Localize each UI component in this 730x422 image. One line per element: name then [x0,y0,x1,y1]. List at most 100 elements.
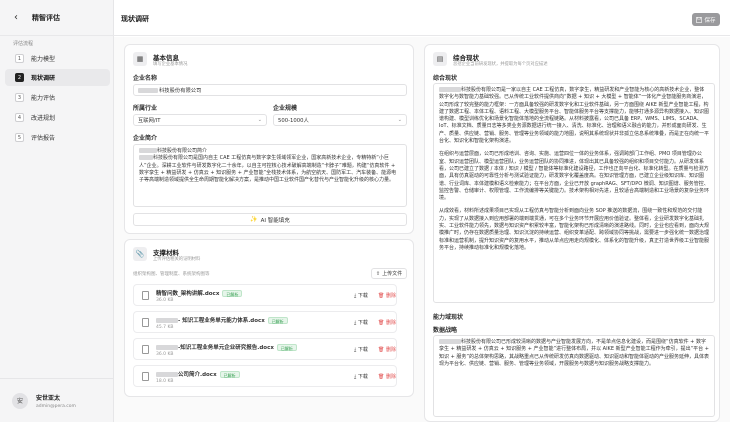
company-name-label: 企业名称 [133,75,158,82]
industry-label: 所属行业 [133,105,158,112]
status-badge: 已解析 [222,290,243,297]
file-name: 公司简介.docx 已解析 [156,370,240,378]
delete-button[interactable]: 🗑 删除 [378,346,396,353]
document-icon: ▤ [433,52,447,66]
file-size: 36.0 KB [156,352,174,357]
ai-fill-label: AI 智能填充 [260,217,290,224]
avatar: 安 [12,392,28,409]
status-paragraph: 从成效看，材料所述成果项目已实现从工程仿真与智能分析到面向业务 SOP 推送的数… [439,208,710,251]
app-window: ‹ 精智评估 评估流程 1 能力模型 2 现状调研 3 能力评估 4 改进规划 … [0,0,730,422]
scale-value: 500-1000人 [278,118,309,124]
intro-body: 科技股份有限公司是国内自主 CAE 工程仿真与数字孪生领域领军企业，国家高新技术… [139,155,397,184]
redacted-text [138,87,158,93]
step-number: 5 [15,133,24,142]
industry-value: 互联网/IT [138,118,161,124]
step-number: 1 [15,54,24,63]
file-name: -知识工程业务单元企业研究报告.docx 已解析 [156,343,297,351]
user-email: admin@pera.com [36,403,76,409]
scale-label: 企业规模 [273,105,298,112]
basic-info-card: ▦ 基本信息 填写企业基本情况 企业名称 科技股份有限公司 所属行业 互联网/I… [124,44,414,234]
page-title: 现状调研 [121,15,149,23]
user-name: 安世亚太 [36,394,61,402]
document-icon [142,318,149,327]
document-icon [142,345,149,354]
sidebar: ‹ 精智评估 评估流程 1 能力模型 2 现状调研 3 能力评估 4 改进规划 … [0,0,114,422]
delete-button[interactable]: 🗑 删除 [378,319,396,326]
document-icon [142,291,149,300]
section-label: 综合现状 [433,75,458,82]
sidebar-item-label: 现状调研 [31,75,56,82]
upload-file-button[interactable]: ⇧ 上传文件 [371,268,407,279]
chevron-down-icon: ⌄ [397,117,402,123]
file-row[interactable]: 公司简介.docx 已解析 18.0 KB ⤓ 下载 🗑 删除 [133,365,397,387]
company-name-value: 科技股份有限公司 [159,88,202,94]
sidebar-item-improvement-plan[interactable]: 4 改进规划 [5,109,110,126]
intro-label: 企业简介 [133,135,158,142]
main-content: ▦ 基本信息 填写企业基本情况 企业名称 科技股份有限公司 所属行业 互联网/I… [114,37,730,422]
file-size: 18.0 KB [156,379,174,384]
company-name-field[interactable]: 科技股份有限公司 [133,84,407,96]
top-bar: 现状调研 保存 [114,0,730,36]
user-profile[interactable]: 安 安世亚太 admin@pera.com [0,378,114,422]
file-name: 精智问数_架构讲解.docx 已解析 [156,289,243,297]
sidebar-title: 精智评估 [32,13,60,22]
download-button[interactable]: ⤓ 下载 [354,346,368,353]
materials-card: 📎 支撑材料 上传评估相关的证明材料 组织架构图、管理制度、系统架构图等 ⇧ 上… [124,239,414,397]
section-label: 数据战略 [433,327,458,334]
step-number: 4 [15,113,24,122]
sidebar-section-label: 评估流程 [13,41,34,47]
sidebar-item-label: 能力模型 [31,56,56,63]
status-badge: 已解析 [276,344,297,351]
sparkle-icon: ✨ [250,216,258,223]
step-number: 3 [15,93,24,102]
file-row[interactable]: -知识工程业务单元企业研究报告.docx 已解析 36.0 KB ⤓ 下载 🗑 删… [133,338,397,360]
delete-button[interactable]: 🗑 删除 [378,292,396,299]
file-size: 36.0 KB [156,298,174,303]
upload-icon: ⇧ [375,270,381,277]
industry-select[interactable]: 互联网/IT ⌄ [133,114,267,126]
status-card: ▤ 综合现状 总括企业当前研发现状，并提取为每个页对应描述 综合现状 科技股份有… [424,44,720,422]
upload-label: 上传文件 [382,271,403,277]
download-button[interactable]: ⤓ 下载 [354,373,368,380]
delete-button[interactable]: 🗑 删除 [378,373,396,380]
strategy-paragraph: 科技股份有限公司已形成较清晰的数据与产业智能发展方向，不是单点信息化建设，而是围… [439,339,709,367]
status-badge: 已解析 [219,371,240,378]
card-subtitle: 填写企业基本情况 [153,62,188,67]
building-icon: ▦ [133,52,147,66]
download-button[interactable]: ⤓ 下载 [354,319,368,326]
sidebar-item-status-survey[interactable]: 2 现状调研 [5,69,110,86]
scale-select[interactable]: 500-1000人 ⌄ [273,114,407,126]
intro-textarea[interactable]: 科技股份有限公司简介 科技股份有限公司是国内自主 CAE 工程仿真与数字孪生领域… [133,144,407,207]
file-name: - 知识工程业务单元能力体系.docx 已解析 [156,316,288,324]
status-paragraph: 科技股份有限公司是一家以自主 CAE 工程仿真，数字孪生，精益研发和产业智能为核… [439,87,710,145]
file-size: 45.7 KB [156,325,174,330]
file-row[interactable]: 精智问数_架构讲解.docx 已解析 36.0 KB ⤓ 下载 🗑 删除 [133,284,397,306]
sidebar-item-label: 评估报告 [31,135,56,142]
data-strategy-textarea[interactable]: 科技股份有限公司已形成较清晰的数据与产业智能发展方向，不是单点信息化建设，而是围… [433,335,715,417]
intro-line1: 科技股份有限公司简介 [157,148,208,154]
section-label: 能力域现状 [433,314,464,321]
status-paragraph: 在组织与运营层面，公司已形成培训、咨询、实施、运营四位一体的业务体系，强调跨部门… [439,151,710,202]
sidebar-header: ‹ 精智评估 [0,0,114,36]
chevron-down-icon: ⌄ [257,117,262,123]
download-button[interactable]: ⤓ 下载 [354,292,368,299]
save-button-label: 保存 [704,17,716,24]
sidebar-item-assessment-report[interactable]: 5 评估报告 [5,129,110,146]
paperclip-icon: 📎 [133,247,147,261]
status-badge: 已解析 [267,317,288,324]
document-icon [142,372,149,381]
card-subtitle: 总括企业当前研发现状，并提取为每个页对应描述 [453,62,548,67]
save-icon [696,16,703,23]
sidebar-item-label: 改进规划 [31,115,56,122]
sidebar-item-capability-assessment[interactable]: 3 能力评估 [5,89,110,106]
materials-hint: 组织架构图、管理制度、系统架构图等 [133,272,210,277]
sidebar-item-capability-model[interactable]: 1 能力模型 [5,50,110,67]
sidebar-item-label: 能力评估 [31,95,56,102]
file-row[interactable]: - 知识工程业务单元能力体系.docx 已解析 45.7 KB ⤓ 下载 🗑 删除 [133,311,397,333]
chevron-left-icon[interactable]: ‹ [14,12,26,23]
status-textarea[interactable]: 科技股份有限公司是一家以自主 CAE 工程仿真，数字孪生，精益研发和产业智能为核… [433,83,715,303]
step-number: 2 [15,73,24,82]
save-button[interactable]: 保存 [692,13,720,26]
ai-fill-button[interactable]: ✨ AI 智能填充 [133,213,407,226]
card-subtitle: 上传评估相关的证明材料 [153,257,201,262]
